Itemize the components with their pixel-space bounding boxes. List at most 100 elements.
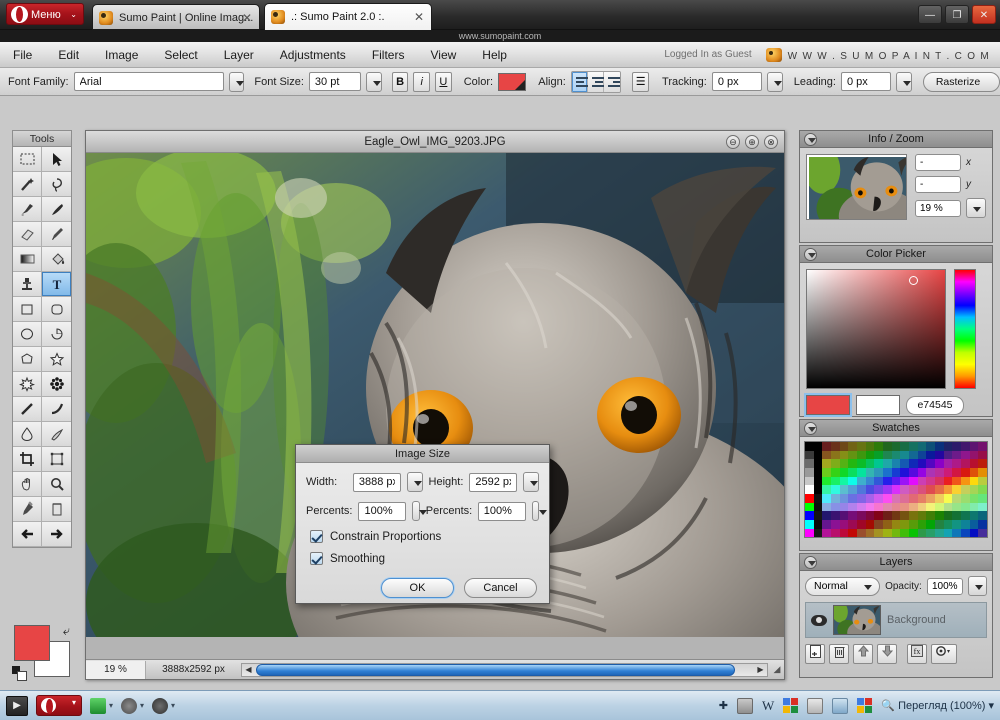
magic-wand-tool[interactable]	[13, 172, 42, 197]
swatch-cell[interactable]	[926, 485, 936, 495]
swatch-cell[interactable]	[978, 476, 988, 486]
tray-zoom-status[interactable]: 🔍 Перегляд (100%) ▾	[881, 699, 994, 712]
swatch-cell[interactable]	[865, 459, 875, 469]
trash-tool[interactable]	[42, 497, 71, 522]
swatch-cell[interactable]	[874, 459, 884, 469]
swatch-cell[interactable]	[900, 528, 910, 538]
swatch-cell[interactable]	[909, 528, 918, 538]
opacity-input[interactable]	[926, 577, 963, 595]
swatch-cell[interactable]	[943, 502, 953, 512]
swatch-cell[interactable]	[917, 485, 927, 495]
swatch-cell[interactable]	[839, 468, 849, 477]
tracking-dropdown-button[interactable]	[766, 71, 783, 92]
cancel-button[interactable]: Cancel	[464, 578, 537, 598]
swatch-cell[interactable]	[839, 476, 849, 486]
google-icon[interactable]	[783, 698, 799, 713]
swatch-cell[interactable]	[857, 502, 866, 512]
swatch-cell[interactable]	[917, 459, 927, 469]
swatch-cell[interactable]	[848, 476, 858, 486]
menu-item-file[interactable]: File	[0, 42, 45, 68]
swatch-cell[interactable]	[961, 502, 970, 512]
swatch-cell[interactable]	[839, 528, 849, 538]
browser-tab-1[interactable]: Sumo Paint | Online Imag... ✕	[92, 4, 260, 30]
new-layer-button[interactable]	[805, 644, 825, 664]
swatch-cell[interactable]	[943, 476, 953, 486]
swatch-cell[interactable]	[839, 485, 849, 495]
swatch-cell[interactable]	[943, 511, 953, 521]
transform-tool[interactable]	[42, 447, 71, 472]
swatch-cell[interactable]	[961, 468, 970, 477]
swatch-cell[interactable]	[935, 450, 944, 460]
swatch-cell[interactable]	[848, 502, 858, 512]
swatch-cell[interactable]	[926, 502, 936, 512]
swatch-cell[interactable]	[857, 450, 866, 460]
swatch-cell[interactable]	[883, 442, 892, 451]
swatch-cell[interactable]	[935, 502, 944, 512]
ellipse-tool[interactable]	[13, 322, 42, 347]
swatch-cell[interactable]	[805, 459, 814, 469]
swatch-cell[interactable]	[961, 485, 970, 495]
swatch-cell[interactable]	[969, 442, 979, 451]
swatch-cell[interactable]	[865, 442, 875, 451]
swatch-cell[interactable]	[857, 494, 866, 503]
tray-plus-icon[interactable]: ✚	[719, 699, 728, 712]
swatch-cell[interactable]	[917, 520, 927, 529]
swatch-cell[interactable]	[978, 520, 988, 529]
swatch-cell[interactable]	[952, 450, 962, 460]
swatch-cell[interactable]	[865, 450, 875, 460]
info-zoom-input[interactable]	[915, 199, 961, 217]
hue-slider[interactable]	[954, 269, 976, 389]
height-input[interactable]	[469, 472, 518, 492]
sumopaint-brand[interactable]: W W W . S U M O P A I N T . C O M	[765, 47, 1000, 62]
restore-button[interactable]: ❐	[945, 5, 969, 24]
canvas-titlebar[interactable]: Eagle_Owl_IMG_9203.JPG ⊖ ⊕ ⊗	[86, 131, 784, 153]
swatch-cell[interactable]	[883, 485, 892, 495]
image-icon[interactable]	[832, 697, 849, 714]
swatch-cell[interactable]	[952, 502, 962, 512]
move-tool[interactable]	[42, 147, 71, 172]
swatch-cell[interactable]	[857, 459, 866, 469]
collapse-icon[interactable]	[804, 422, 817, 435]
swatch-cell[interactable]	[883, 494, 892, 503]
swatch-cell[interactable]	[952, 442, 962, 451]
swatch-cell[interactable]	[865, 485, 875, 495]
swatch-cell[interactable]	[917, 468, 927, 477]
swatch-cell[interactable]	[900, 468, 910, 477]
swatch-cell[interactable]	[935, 442, 944, 451]
minimize-button[interactable]: —	[918, 5, 942, 24]
swatch-cell[interactable]	[943, 459, 953, 469]
swatch-cell[interactable]	[883, 476, 892, 486]
swatch-cell[interactable]	[909, 476, 918, 486]
swatch-cell[interactable]	[935, 468, 944, 477]
swatch-cell[interactable]	[874, 442, 884, 451]
swatch-cell[interactable]	[822, 442, 832, 451]
swatch-cell[interactable]	[909, 502, 918, 512]
layer-settings-button[interactable]	[931, 644, 957, 664]
redo-arrow-tool[interactable]	[42, 522, 71, 547]
swatch-cell[interactable]	[891, 520, 901, 529]
swatch-cell[interactable]	[917, 450, 927, 460]
swatch-cell[interactable]	[831, 494, 840, 503]
swatch-cell[interactable]	[822, 494, 832, 503]
swatch-cell[interactable]	[857, 476, 866, 486]
swatch-cell[interactable]	[874, 468, 884, 477]
canvas-maximize-button[interactable]: ⊕	[745, 135, 759, 149]
swatch-cell[interactable]	[909, 468, 918, 477]
opera-menu-button[interactable]: Меню ⌄	[6, 3, 84, 25]
zoom-tool[interactable]	[42, 472, 71, 497]
paragraph-options-button[interactable]: ☰	[632, 71, 650, 92]
swatch-cell[interactable]	[952, 528, 962, 538]
swatch-cell[interactable]	[935, 528, 944, 538]
swatch-cell[interactable]	[857, 442, 866, 451]
menu-item-view[interactable]: View	[417, 42, 469, 68]
info-x-input[interactable]	[915, 154, 961, 171]
swatch-cell[interactable]	[952, 459, 962, 469]
gradient-tool[interactable]	[13, 247, 42, 272]
info-y-input[interactable]	[915, 176, 961, 193]
eyedropper-tool[interactable]	[13, 497, 42, 522]
swatch-cell[interactable]	[900, 459, 910, 469]
swatch-cell[interactable]	[883, 459, 892, 469]
color-marker-icon[interactable]	[909, 275, 919, 285]
swatch-cell[interactable]	[831, 520, 840, 529]
swatch-cell[interactable]	[926, 442, 936, 451]
